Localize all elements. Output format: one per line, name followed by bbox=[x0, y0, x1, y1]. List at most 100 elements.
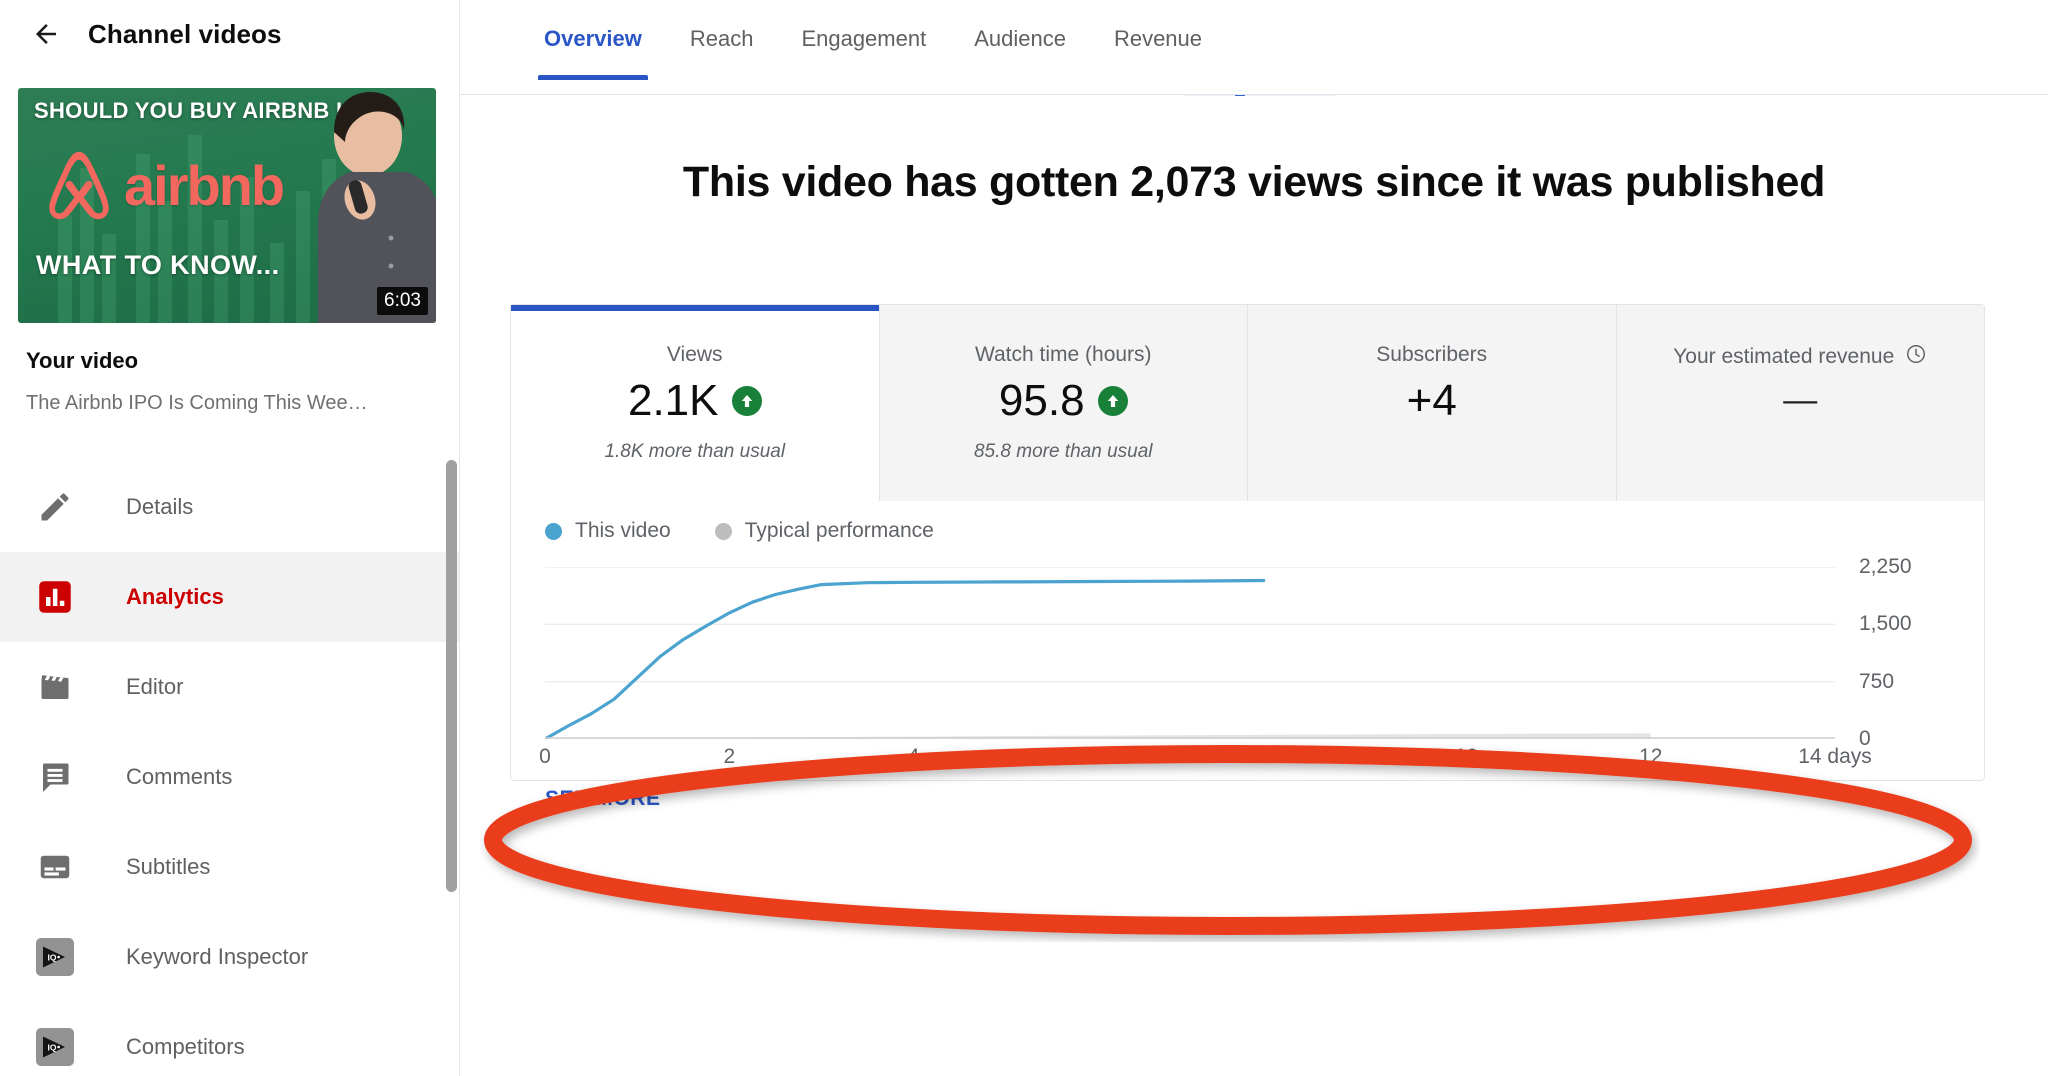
chart-plot-area bbox=[545, 567, 1835, 739]
chart-x-tick-label: 4 bbox=[907, 745, 920, 768]
metric-label-text: Your estimated revenue bbox=[1673, 345, 1895, 368]
svg-text:IQ: IQ bbox=[48, 1043, 57, 1053]
tab-label: Reach bbox=[689, 26, 754, 51]
metric-value: 95.8 bbox=[998, 376, 1085, 425]
sidebar-header: Channel videos bbox=[0, 0, 459, 68]
page-title: Channel videos bbox=[88, 18, 282, 49]
sidebar-item-label: Keyword Inspector bbox=[126, 944, 309, 969]
metric-tile-estimated-revenue[interactable]: Your estimated revenue — bbox=[1616, 305, 1984, 501]
chart-x-tick-label: 12 bbox=[1639, 745, 1663, 768]
metric-value-row: 2.1K bbox=[628, 379, 762, 423]
analytics-tab-bar: Overview Reach Engagement Audience Reven… bbox=[460, 0, 2048, 95]
chart-y-axis: 0 750 1,500 2,250 bbox=[1851, 555, 1981, 750]
tab-label: Revenue bbox=[1113, 26, 1203, 51]
tab-label: Engagement bbox=[801, 26, 927, 51]
sidebar-item-label: Editor bbox=[126, 674, 184, 699]
airbnb-wordmark: airbnb bbox=[124, 154, 285, 217]
metric-tile-views[interactable]: Views 2.1K 1.8K more than usual bbox=[511, 305, 880, 501]
tab-reach[interactable]: Reach bbox=[666, 26, 778, 80]
sidebar-item-label: Comments bbox=[126, 764, 233, 789]
metric-value: 2.1K bbox=[627, 376, 719, 425]
tab-overview[interactable]: Overview bbox=[520, 26, 666, 80]
sidebar-item-competitors[interactable]: IQ Competitors bbox=[0, 1002, 459, 1076]
sidebar-item-label: Subtitles bbox=[126, 854, 211, 879]
metric-subtext: 85.8 more than usual bbox=[973, 441, 1153, 462]
metric-subtext: 1.8K more than usual bbox=[604, 441, 786, 462]
chart-y-tick-label: 2,250 bbox=[1859, 555, 1912, 578]
back-button[interactable] bbox=[18, 6, 74, 62]
overview-card: Views 2.1K 1.8K more than usual Watch ti… bbox=[510, 304, 1986, 810]
tab-revenue[interactable]: Revenue bbox=[1090, 26, 1226, 80]
sidebar-item-label: Analytics bbox=[126, 584, 224, 609]
sidebar-scrollbar[interactable] bbox=[446, 460, 457, 892]
metric-value: — bbox=[1783, 381, 1818, 419]
sidebar-item-keyword-inspector[interactable]: IQ Keyword Inspector bbox=[0, 912, 459, 1002]
chart-x-tick-label: 6 bbox=[1092, 745, 1104, 768]
airbnb-logo: airbnb bbox=[42, 146, 285, 226]
metric-tile-subscribers[interactable]: Subscribers +4 bbox=[1248, 305, 1617, 501]
svg-text:IQ: IQ bbox=[48, 953, 57, 963]
views-chart: This video Typical performance 0 750 1,500… bbox=[511, 501, 1986, 782]
metric-label: Watch time (hours) bbox=[974, 343, 1152, 366]
metric-label: Your estimated revenue bbox=[1673, 343, 1927, 371]
chart-x-tick-label: 14 days bbox=[1798, 745, 1872, 768]
legend-label: This video bbox=[575, 519, 671, 542]
arrow-left-icon bbox=[36, 24, 56, 44]
tab-engagement[interactable]: Engagement bbox=[777, 26, 950, 80]
analytics-headline: This video has gotten 2,073 views since … bbox=[682, 158, 1826, 206]
chart-gridlines bbox=[545, 567, 1835, 739]
main-content: This video has gotten 2,073 views since … bbox=[460, 96, 2048, 1076]
comment-icon bbox=[34, 756, 76, 798]
legend-item-this-video[interactable]: This video bbox=[545, 519, 671, 543]
metric-tile-watch-time[interactable]: Watch time (hours) 95.8 85.8 more than u… bbox=[879, 305, 1248, 501]
clapper-icon bbox=[34, 666, 76, 708]
video-duration-badge: 6:03 bbox=[377, 287, 428, 315]
legend-label: Typical performance bbox=[744, 519, 934, 542]
chart-x-tick-label: 2 bbox=[723, 745, 736, 768]
video-thumbnail[interactable]: SHOULD YOU BUY AIRBNB IPO? airbnb WHAT T… bbox=[18, 88, 436, 323]
legend-item-typical-performance[interactable]: Typical performance bbox=[714, 519, 934, 543]
clock-icon bbox=[1905, 343, 1927, 371]
chart-x-tick-label: 8 bbox=[1276, 745, 1288, 768]
vidiq-icon: IQ bbox=[34, 936, 76, 978]
subtitles-icon bbox=[34, 846, 76, 888]
this-video-line bbox=[545, 578, 1266, 739]
youtube-studio-analytics-page: Channel videos SHOULD YOU BUY AIRBNB IPO… bbox=[0, 0, 2048, 1076]
legend-dot-icon bbox=[545, 522, 562, 540]
pencil-icon bbox=[34, 486, 76, 528]
trend-up-icon bbox=[731, 386, 762, 416]
chart-x-tick-label: 10 bbox=[1454, 745, 1479, 768]
see-more-link[interactable]: SEE MORE bbox=[545, 787, 661, 811]
chart-y-tick-label: 1,500 bbox=[1859, 612, 1912, 636]
sidebar-item-analytics[interactable]: Analytics bbox=[0, 552, 459, 642]
metric-value: +4 bbox=[1406, 376, 1457, 425]
tab-audience[interactable]: Audience bbox=[950, 26, 1090, 80]
sidebar-item-label: Competitors bbox=[126, 1034, 245, 1059]
your-video-label: Your video bbox=[26, 348, 139, 373]
chart-x-tick-label: 0 bbox=[539, 745, 551, 768]
metric-value-row: — bbox=[1783, 383, 1817, 417]
sidebar-item-details[interactable]: Details bbox=[0, 462, 459, 552]
sidebar-nav-list: Details Analytics Editor Comments Subtit… bbox=[0, 462, 459, 1076]
trend-up-icon bbox=[1097, 386, 1128, 416]
sidebar-item-subtitles[interactable]: Subtitles bbox=[0, 822, 459, 912]
sidebar-item-comments[interactable]: Comments bbox=[0, 732, 459, 822]
metric-tiles: Views 2.1K 1.8K more than usual Watch ti… bbox=[511, 305, 1984, 501]
sidebar-item-label: Details bbox=[126, 494, 194, 519]
legend-dot-icon bbox=[714, 522, 732, 540]
tab-label: Overview bbox=[544, 26, 642, 51]
sidebar-item-editor[interactable]: Editor bbox=[0, 642, 459, 732]
sidebar: Channel videos SHOULD YOU BUY AIRBNB IPO… bbox=[0, 0, 460, 1076]
chart-legend: This video Typical performance bbox=[545, 519, 934, 543]
chart-y-tick-label: 750 bbox=[1859, 669, 1895, 693]
chart-x-axis: 0 2 4 6 8 10 12 14 days bbox=[539, 745, 1872, 779]
vidiq-icon: IQ bbox=[34, 1026, 76, 1068]
metric-value-row: 95.8 bbox=[999, 379, 1128, 423]
video-title: The Airbnb IPO Is Coming This Wee… bbox=[26, 392, 368, 414]
metric-label: Subscribers bbox=[1376, 343, 1488, 366]
bar-chart-icon bbox=[34, 576, 76, 618]
airbnb-mark-icon bbox=[49, 151, 109, 220]
thumbnail-bottom-text: WHAT TO KNOW... bbox=[36, 250, 280, 280]
tab-label: Audience bbox=[974, 26, 1066, 51]
metric-value-row: +4 bbox=[1407, 379, 1457, 423]
